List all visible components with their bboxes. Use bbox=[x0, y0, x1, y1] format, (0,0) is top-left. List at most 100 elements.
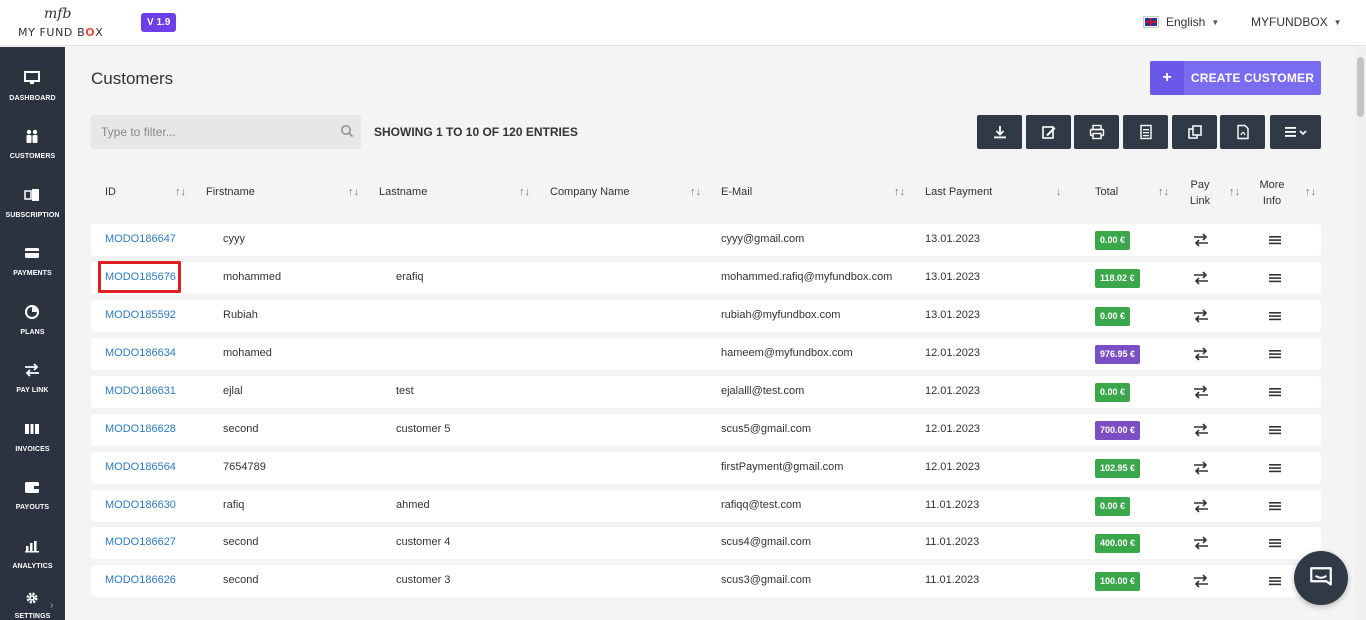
table-row: MODO186564 7654789 firstPayment@gmail.com 1… bbox=[91, 452, 1321, 484]
more-info-icon[interactable] bbox=[1267, 461, 1283, 475]
download-button[interactable] bbox=[977, 115, 1022, 149]
column-header-pay-link[interactable]: Pay Link bbox=[1182, 177, 1218, 209]
version-badge: V 1.9 bbox=[141, 13, 177, 32]
firstname-cell: rafiq bbox=[223, 499, 245, 511]
table-row: MODO185592 Rubiah rubiah@myfundbox.com 13.0… bbox=[91, 300, 1321, 332]
column-header-more-info[interactable]: More Info bbox=[1254, 177, 1290, 209]
account-menu[interactable]: MYFUNDBOX ▼ bbox=[1251, 15, 1342, 29]
sidebar-item-invoices[interactable]: INVOICES bbox=[0, 406, 65, 464]
sidebar-item-label: CUSTOMERS bbox=[9, 153, 56, 160]
logo-signature: mfb bbox=[44, 6, 72, 22]
language-selector[interactable]: English ▼ bbox=[1144, 15, 1219, 29]
pay-link-icon[interactable] bbox=[1193, 574, 1209, 588]
customer-id-link[interactable]: MODO186626 bbox=[105, 574, 176, 586]
more-info-icon[interactable] bbox=[1267, 574, 1283, 588]
customer-id-link[interactable]: MODO186627 bbox=[105, 536, 176, 548]
sidebar-item-dashboard[interactable]: DASHBOARD bbox=[0, 55, 65, 113]
pay-link-icon[interactable] bbox=[1193, 499, 1209, 513]
chevron-right-icon[interactable]: › bbox=[50, 600, 53, 611]
filter-input[interactable] bbox=[91, 115, 361, 149]
sort-icon[interactable]: ↑↓ bbox=[1229, 186, 1240, 198]
customer-id-link[interactable]: MODO186631 bbox=[105, 385, 176, 397]
sort-icon[interactable]: ↑↓ bbox=[1158, 186, 1169, 198]
customer-id-link[interactable]: MODO186630 bbox=[105, 499, 176, 511]
more-info-icon[interactable] bbox=[1267, 271, 1283, 285]
pdf-export-button[interactable] bbox=[1220, 115, 1265, 149]
column-header-company[interactable]: Company Name bbox=[550, 186, 629, 198]
customer-id-link[interactable]: MODO186628 bbox=[105, 423, 176, 435]
pay-link-icon[interactable] bbox=[1193, 461, 1209, 475]
last-payment-cell: 12.01.2023 bbox=[925, 385, 981, 397]
total-badge: 400.00 € bbox=[1095, 534, 1141, 553]
column-header-id[interactable]: ID bbox=[105, 186, 116, 198]
pay-link-icon[interactable] bbox=[1193, 233, 1209, 247]
copy-button[interactable] bbox=[1172, 115, 1217, 149]
columns-menu-button[interactable] bbox=[1270, 115, 1321, 149]
sort-icon[interactable]: ↑↓ bbox=[519, 186, 530, 198]
pay-link-icon[interactable] bbox=[1193, 347, 1209, 361]
sidebar-item-settings[interactable]: SETTINGS bbox=[0, 581, 65, 620]
more-info-icon[interactable] bbox=[1267, 347, 1283, 361]
print-button[interactable] bbox=[1074, 115, 1119, 149]
pay-link-icon[interactable] bbox=[1193, 309, 1209, 323]
more-info-icon[interactable] bbox=[1267, 536, 1283, 550]
column-header-last-payment[interactable]: Last Payment bbox=[925, 186, 992, 198]
sort-icon[interactable]: ↑↓ bbox=[175, 186, 186, 198]
sidebar-item-customers[interactable]: CUSTOMERS bbox=[0, 113, 65, 171]
more-info-icon[interactable] bbox=[1267, 499, 1283, 513]
pay-link-icon[interactable] bbox=[1193, 536, 1209, 550]
chat-icon bbox=[1310, 567, 1332, 586]
more-info-icon[interactable] bbox=[1267, 309, 1283, 323]
email-cell: rubiah@myfundbox.com bbox=[721, 309, 841, 321]
chat-launcher-button[interactable] bbox=[1294, 551, 1348, 605]
customer-id-link[interactable]: MODO186634 bbox=[105, 347, 176, 359]
more-info-icon[interactable] bbox=[1267, 423, 1283, 437]
table-row: MODO186647 cyyy cyyy@gmail.com 13.01.2023 0.… bbox=[91, 224, 1321, 256]
sort-down-icon[interactable]: ↓ bbox=[1056, 186, 1062, 198]
bar-chart-icon bbox=[25, 541, 39, 553]
sidebar-item-analytics[interactable]: ANALYTICS bbox=[0, 523, 65, 581]
edit-button[interactable] bbox=[1026, 115, 1071, 149]
logo[interactable]: mfb MY FUND BOX bbox=[18, 6, 108, 40]
top-bar: mfb MY FUND BOX V 1.9 English ▼ MYFUNDBO… bbox=[0, 0, 1366, 46]
sort-icon[interactable]: ↑↓ bbox=[1305, 186, 1316, 198]
plus-icon: + bbox=[1150, 61, 1184, 95]
header-line: Link bbox=[1189, 195, 1211, 207]
table-row: MODO185676 mohammed erafiq mohammed.rafiq@m… bbox=[91, 262, 1321, 294]
create-customer-button[interactable]: + CREATE CUSTOMER bbox=[1150, 61, 1321, 95]
column-header-lastname[interactable]: Lastname bbox=[379, 186, 427, 198]
sort-icon[interactable]: ↑↓ bbox=[690, 186, 701, 198]
last-payment-cell: 12.01.2023 bbox=[925, 347, 981, 359]
wallet-icon bbox=[25, 482, 39, 493]
sidebar-item-payments[interactable]: PAYMENTS bbox=[0, 230, 65, 288]
more-info-icon[interactable] bbox=[1267, 233, 1283, 247]
last-payment-cell: 11.01.2023 bbox=[925, 536, 980, 548]
table-row: MODO186628 second customer 5 scus5@gmail.co… bbox=[91, 414, 1321, 446]
scrollbar-thumb[interactable] bbox=[1357, 57, 1364, 117]
scrollbar[interactable] bbox=[1355, 47, 1366, 620]
csv-icon bbox=[1139, 124, 1152, 140]
email-cell: mohammed.rafiq@myfundbox.com bbox=[721, 271, 893, 283]
customer-id-link[interactable]: MODO185592 bbox=[105, 309, 176, 321]
column-header-total[interactable]: Total bbox=[1095, 186, 1118, 198]
sort-icon[interactable]: ↑↓ bbox=[894, 186, 905, 198]
pay-link-icon[interactable] bbox=[1193, 271, 1209, 285]
pay-link-icon[interactable] bbox=[1193, 423, 1209, 437]
email-cell: firstPayment@gmail.com bbox=[721, 461, 844, 473]
sidebar-item-pay-link[interactable]: PAY LINK bbox=[0, 347, 65, 405]
csv-export-button[interactable] bbox=[1123, 115, 1168, 149]
sidebar-item-payouts[interactable]: PAYOUTS bbox=[0, 464, 65, 522]
search-icon bbox=[341, 125, 354, 138]
customer-id-link[interactable]: MODO185676 bbox=[105, 271, 176, 283]
pay-link-icon[interactable] bbox=[1193, 385, 1209, 399]
column-header-email[interactable]: E-Mail bbox=[721, 186, 752, 198]
customer-id-link[interactable]: MODO186564 bbox=[105, 461, 176, 473]
sidebar-item-subscription[interactable]: SUBSCRIPTION bbox=[0, 172, 65, 230]
more-info-icon[interactable] bbox=[1267, 385, 1283, 399]
total-badge: 976.95 € bbox=[1095, 345, 1141, 364]
total-badge: 0.00 € bbox=[1095, 307, 1131, 326]
column-header-firstname[interactable]: Firstname bbox=[206, 186, 255, 198]
customer-id-link[interactable]: MODO186647 bbox=[105, 233, 176, 245]
sort-icon[interactable]: ↑↓ bbox=[348, 186, 359, 198]
sidebar-item-plans[interactable]: PLANS bbox=[0, 289, 65, 347]
